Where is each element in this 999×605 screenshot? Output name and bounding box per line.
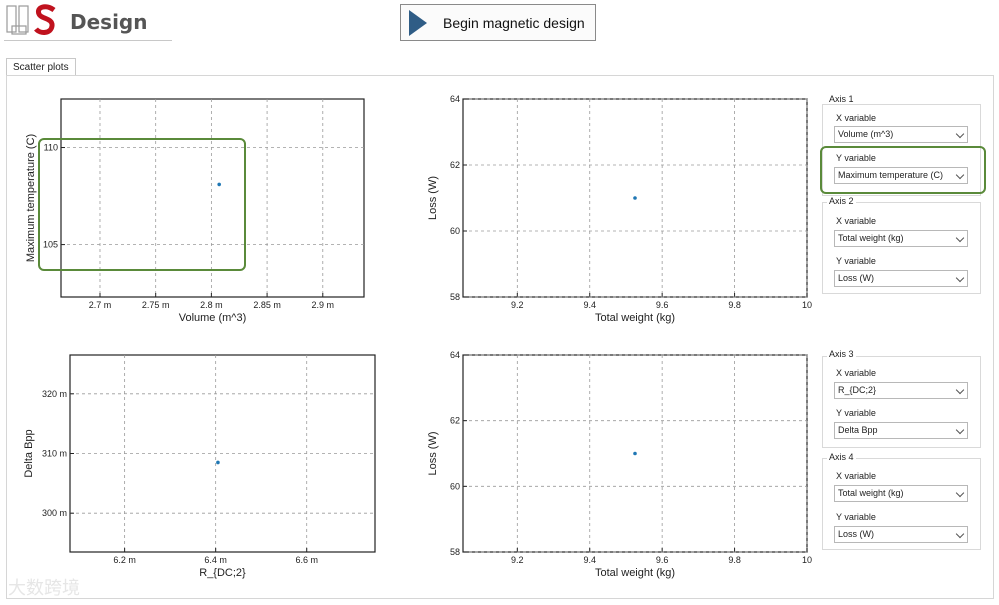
plot3-ytick-label-1: 310 m xyxy=(42,449,67,459)
chevron-down-icon xyxy=(955,233,965,243)
plot3-ytick-label-0: 300 m xyxy=(42,508,67,518)
plot1-xtick-label-4: 2.9 m xyxy=(312,300,335,310)
chevron-down-icon xyxy=(955,273,965,283)
plot3-ylabel: Delta Bpp xyxy=(23,429,35,477)
plot1-xtick-label-1: 2.75 m xyxy=(142,300,170,310)
chevron-down-icon xyxy=(955,529,965,539)
axis4-title: Axis 4 xyxy=(827,452,856,462)
plot4-xlabel: Total weight (kg) xyxy=(595,567,675,579)
plot2-xtick-label-3: 9.8 xyxy=(728,300,741,310)
plot1-xtick-label-2: 2.8 m xyxy=(200,300,223,310)
axis2-y-select[interactable]: Loss (W) xyxy=(834,270,968,287)
axis3-x-label: X variable xyxy=(836,368,877,378)
plot1-ylabel: Maximum temperature (C) xyxy=(25,134,37,262)
plot1-xtick-label-0: 2.7 m xyxy=(89,300,112,310)
plot2-point-0 xyxy=(633,196,637,200)
plot2-ylabel: Loss (W) xyxy=(427,176,439,220)
axis1-x-value: Volume (m^3) xyxy=(838,129,894,139)
plot4-ytick-label-0: 58 xyxy=(450,547,460,557)
axis4-y-select[interactable]: Loss (W) xyxy=(834,526,968,543)
axis2-x-value: Total weight (kg) xyxy=(838,233,904,243)
axis3-x-value: R_{DC;2} xyxy=(838,385,877,395)
axis3-y-label: Y variable xyxy=(836,408,876,418)
axis4-y-value: Loss (W) xyxy=(838,529,874,539)
axis1-x-select[interactable]: Volume (m^3) xyxy=(834,126,968,143)
axis4-x-label: X variable xyxy=(836,471,877,481)
plot2-xtick-label-0: 9.2 xyxy=(511,300,524,310)
axis4-y-label: Y variable xyxy=(836,512,876,522)
axis3-title: Axis 3 xyxy=(827,349,856,359)
plot4-xtick-label-3: 9.8 xyxy=(728,555,741,565)
chevron-down-icon xyxy=(955,129,965,139)
plot2-xlabel: Total weight (kg) xyxy=(595,312,675,324)
plot2-xtick-label-2: 9.6 xyxy=(656,300,669,310)
plot3-xlabel: R_{DC;2} xyxy=(199,567,246,579)
plot1-highlight-box xyxy=(38,138,246,271)
plot3-xtick-label-2: 6.6 m xyxy=(295,555,318,565)
plot2-ytick-label-3: 64 xyxy=(450,94,460,104)
plot4-ytick-label-1: 60 xyxy=(450,481,460,491)
plot1-xtick-label-3: 2.85 m xyxy=(253,300,281,310)
plot3-point-0 xyxy=(216,460,220,465)
plot4-ytick-label-3: 64 xyxy=(450,350,460,360)
axis2-y-label: Y variable xyxy=(836,256,876,266)
plot4-xtick-label-2: 9.6 xyxy=(656,555,669,565)
plot3-xtick-label-0: 6.2 m xyxy=(113,555,136,565)
axis3-x-select[interactable]: R_{DC;2} xyxy=(834,382,968,399)
watermark: 大数跨境 xyxy=(8,578,80,599)
axis4-x-select[interactable]: Total weight (kg) xyxy=(834,485,968,502)
chevron-down-icon xyxy=(955,488,965,498)
axis1-title: Axis 1 xyxy=(827,94,856,104)
plot1-xlabel: Volume (m^3) xyxy=(179,312,247,324)
plot4-ytick-label-2: 62 xyxy=(450,416,460,426)
plot4-point-0 xyxy=(633,451,637,456)
axis1-x-label: X variable xyxy=(836,113,877,123)
plot2-ytick-label-1: 60 xyxy=(450,226,460,236)
plot4-xtick-label-1: 9.4 xyxy=(583,555,596,565)
axis3-y-value: Delta Bpp xyxy=(838,425,878,435)
plot2-ytick-label-0: 58 xyxy=(450,292,460,302)
axis2-y-value: Loss (W) xyxy=(838,273,874,283)
plot2-xtick-label-4: 10 xyxy=(802,300,812,310)
axis1-y-highlight-box xyxy=(820,146,986,194)
chevron-down-icon xyxy=(955,425,965,435)
plot3-ytick-label-2: 320 m xyxy=(42,389,67,399)
chevron-down-icon xyxy=(955,385,965,395)
axis2-x-select[interactable]: Total weight (kg) xyxy=(834,230,968,247)
axis4-x-value: Total weight (kg) xyxy=(838,488,904,498)
plot4-ylabel: Loss (W) xyxy=(427,432,439,476)
axis2-x-label: X variable xyxy=(836,216,877,226)
plot2-xtick-label-1: 9.4 xyxy=(583,300,596,310)
plot3-xtick-label-1: 6.4 m xyxy=(204,555,227,565)
plot4-xtick-label-0: 9.2 xyxy=(511,555,524,565)
plot4-xtick-label-4: 10 xyxy=(802,555,812,565)
plot2-ytick-label-2: 62 xyxy=(450,160,460,170)
axis3-y-select[interactable]: Delta Bpp xyxy=(834,422,968,439)
axis2-title: Axis 2 xyxy=(827,196,856,206)
